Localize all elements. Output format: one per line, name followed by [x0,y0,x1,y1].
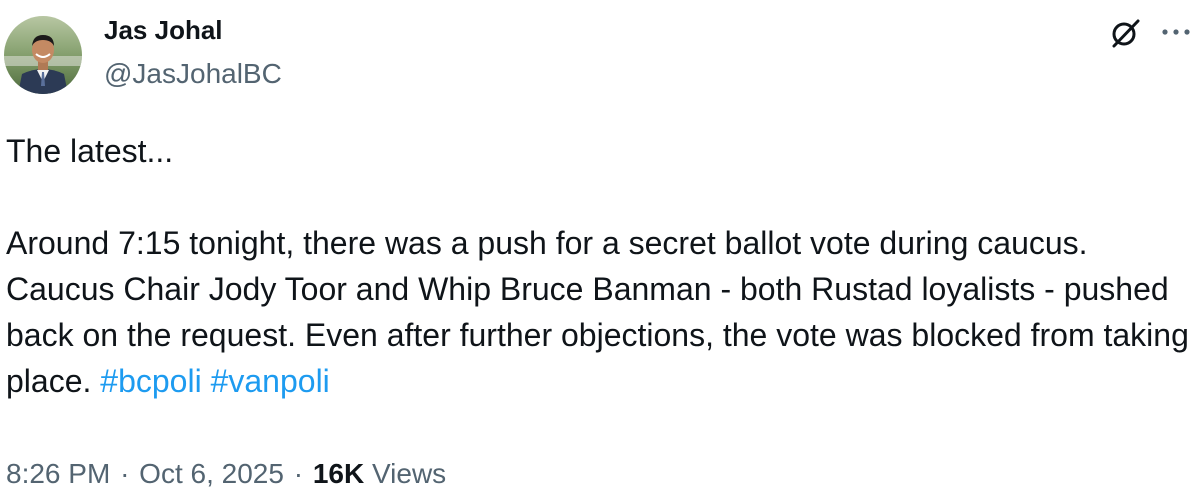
grok-slash-circle-icon[interactable] [1108,16,1142,50]
author-handle[interactable]: @JasJohalBC [104,57,282,91]
author-name[interactable]: Jas Johal [104,14,223,46]
views-count: 16K [312,458,365,489]
avatar[interactable] [4,16,82,94]
views-label: Views [371,458,447,489]
hashtag-link[interactable]: #bcpoli [100,363,201,399]
tweet-paragraph: Around 7:15 tonight, there was a push fo… [6,220,1196,404]
tweet-time[interactable]: 8:26 PM [6,458,110,489]
more-horizontal-icon[interactable] [1158,20,1194,44]
meta-separator: · [293,458,304,489]
avatar-photo [4,16,82,94]
tweet-intro: The latest... [6,133,174,169]
meta-separator: · [120,458,130,489]
tweet-date[interactable]: Oct 6, 2025 [139,458,284,489]
tweet-text: The latest... Around 7:15 tonight, there… [6,128,1196,404]
hashtag-link[interactable]: #vanpoli [211,363,330,399]
tweet-meta: 8:26 PM · Oct 6, 2025 · 16K Views [6,454,446,494]
